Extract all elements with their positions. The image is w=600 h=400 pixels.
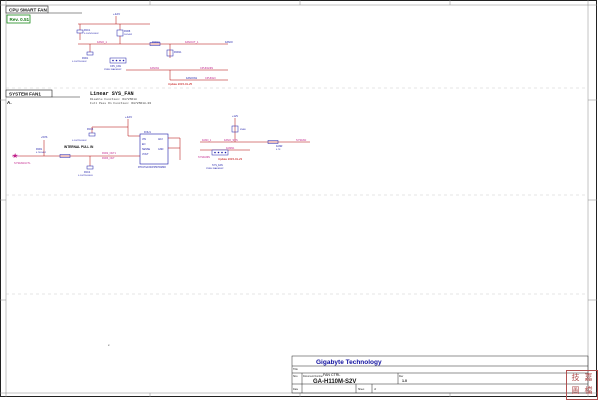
- cpu-res-b: FNR11: [174, 51, 182, 54]
- company-stamp: 技嘉 圖檔: [566, 370, 598, 400]
- stamp-char-4: 檔: [584, 386, 593, 395]
- stamp-char-1: 技: [571, 373, 580, 382]
- sys-ic-pin-6: GND: [158, 148, 164, 151]
- svg-text:FNR2_OUT1: FNR2_OUT1: [102, 152, 117, 155]
- linear-title: Linear SYS_FAN: [90, 91, 134, 97]
- system-title: SYSTEM FAN1: [9, 92, 41, 97]
- title-value: FAN CTRL: [323, 373, 340, 377]
- cpu-net-d: FANIN1: [150, 66, 160, 70]
- system-fan-circuit: +12V FNC3 0.1U/25V/0402 FNU1 RT9173A/NCP…: [12, 114, 310, 177]
- doc-label: Document Number: [303, 375, 323, 378]
- svg-text:FANIN1: FANIN1: [226, 147, 235, 150]
- cpu-cap-1-value: 0.1U/50V/0402: [84, 33, 99, 35]
- of-label: of: [374, 388, 376, 391]
- sys-ic-pin-4: VOUT: [142, 153, 149, 156]
- cpu-net-fan1: FANO_1: [97, 40, 108, 44]
- cpu-cap-2: FND1: [82, 57, 89, 60]
- sys-res-in-value: 4.7K/0402: [36, 152, 47, 154]
- section-letter: A.: [7, 100, 12, 105]
- sys-right-res-value: 4.7K: [276, 149, 281, 151]
- sys-right-out: SYSFAN: [296, 138, 306, 142]
- cpu-fan-connector-part: PWR4 WAFER4P: [104, 68, 122, 71]
- sys-cap-top-value: 0.1U/25V/0402: [72, 140, 87, 142]
- update-note-1: Update 2015-01-25: [168, 82, 193, 86]
- sys-ic-pin-1: VIN: [142, 138, 146, 141]
- cpu-title: CPU SMART FAN: [9, 8, 47, 13]
- sys-right-net: FANO_SYS: [224, 138, 238, 142]
- cpu-cap-2-value: 0.1U/25V/0402: [72, 61, 87, 63]
- date-label: Date: [293, 388, 299, 391]
- cpu-res-top: FNR8: [124, 30, 131, 33]
- cpu-net-c: FANIO: [225, 40, 233, 44]
- cpu-bottom-out: CPUFAN: [205, 76, 216, 80]
- cpu-fan-connector-label: CPU_FAN: [110, 65, 121, 68]
- sys-fan-connector-label: SYS_FAN: [212, 164, 223, 167]
- rev-label: Rev. 0.51: [10, 17, 30, 22]
- size-label: Size: [293, 375, 298, 378]
- doc-value: GA-H110M-S2V: [313, 379, 356, 385]
- sys-res-in: FNR1: [36, 148, 43, 151]
- sys-ic-pin-2: EN: [142, 143, 146, 146]
- sys-power-label: +12V: [125, 115, 132, 119]
- rev-label-block: Rev: [399, 375, 404, 378]
- schematic-sheet: CPU SMART FAN Rev. 0.51 +12V FNC1 0.1U/5…: [0, 0, 597, 397]
- sys-fan-connector-part: PWR4 WAFER4P: [206, 167, 224, 170]
- sheet-label: Sheet: [358, 388, 365, 391]
- company-name: Gigabyte Technology: [316, 359, 382, 366]
- sys-cap-bottom-value: 0.1U/25V/0603: [78, 175, 93, 177]
- cpu-power-label: +12V: [113, 12, 120, 16]
- svg-text:FNR6: FNR6: [240, 129, 246, 131]
- sys-cap-bottom: FNC4: [84, 171, 91, 174]
- drawing-frame: [0, 0, 597, 397]
- linear-note-1: Disable Function: R8725R18: [90, 97, 137, 101]
- sys-ic-name: FNU1: [144, 130, 151, 134]
- cpu-bottom-net: FANOIN1: [186, 76, 198, 80]
- cpu-out-d: CPUFANIN: [200, 66, 213, 70]
- internal-pullin: INTERNAL PULL IN: [64, 145, 94, 149]
- cpu-cap-1: FNC1: [84, 29, 91, 32]
- sys-input-star-mark: ★: [12, 152, 18, 160]
- rev-value-block: 1.0: [402, 379, 407, 383]
- stamp-char-3: 圖: [571, 386, 580, 395]
- svg-text:+5VS: +5VS: [41, 135, 48, 139]
- sys-ic-pin-3: SENSE: [142, 148, 151, 151]
- sys-ic-pin-5: ADJ: [158, 138, 163, 141]
- linear-note-2: Full Pass On Function: R8725R18-R4: [90, 101, 151, 105]
- stray-mark: x: [108, 343, 110, 347]
- cpu-net-a: FANOUT_1: [185, 40, 199, 44]
- sys-cap-top: FNC3: [87, 128, 94, 131]
- svg-text:FNR3_OUT: FNR3_OUT: [102, 157, 115, 160]
- sys-ic-part: RT9173A/NCP4567DMR2: [138, 166, 167, 169]
- update-note-2: Update 2015-01-23: [218, 157, 243, 161]
- stamp-char-2: 嘉: [584, 373, 593, 382]
- sys-right-res: FANR: [276, 145, 283, 148]
- zone-ticks: [0, 0, 597, 397]
- cpu-fan-circuit: +12V FNC1 0.1U/50V/0402 FNR8 1K/0402 FAN…: [72, 12, 233, 86]
- sys-fan-in: SYSFANIN: [198, 156, 210, 159]
- sys-signal-in: SYSFAN1CTL: [14, 161, 31, 165]
- svg-text:FANO_1: FANO_1: [202, 139, 212, 142]
- title-label: Title: [293, 367, 298, 371]
- svg-text:+12V: +12V: [232, 114, 238, 118]
- cpu-res-top-value: 1K/0402: [124, 34, 133, 36]
